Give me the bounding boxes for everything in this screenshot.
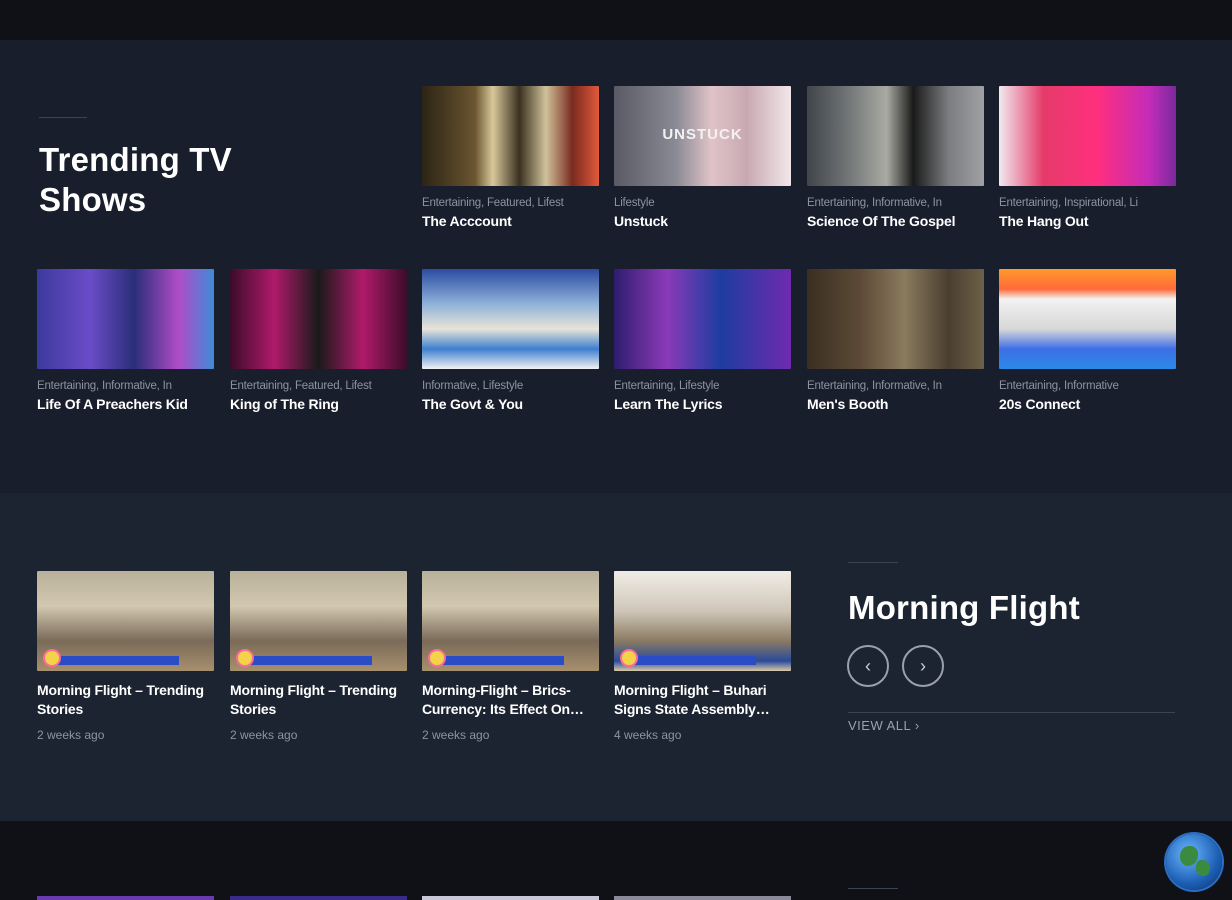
- show-title[interactable]: Learn The Lyrics: [614, 396, 791, 412]
- show-card[interactable]: Entertaining, Featured, Lifest The Acccou…: [422, 86, 599, 229]
- show-categories: Entertaining, Informative, In: [37, 380, 172, 392]
- video-thumbnail[interactable]: [422, 571, 599, 671]
- next-section-thumbnail[interactable]: [37, 896, 214, 900]
- show-categories: Entertaining, Featured, Lifest: [422, 197, 564, 209]
- show-thumbnail[interactable]: [422, 269, 599, 369]
- channel-logo-icon: [236, 649, 254, 667]
- carousel-prev-button[interactable]: ‹: [847, 645, 889, 687]
- divider: [848, 712, 1175, 713]
- trending-heading: Trending TV Shows: [39, 141, 232, 218]
- show-title[interactable]: 20s Connect: [999, 396, 1176, 412]
- video-card[interactable]: Morning Flight – Trending Stories 2 weeks…: [230, 571, 407, 742]
- show-title[interactable]: The Govt & You: [422, 396, 599, 412]
- channel-logo-icon: [428, 649, 446, 667]
- video-title[interactable]: Morning Flight – Trending Stories: [230, 681, 407, 719]
- show-card[interactable]: Entertaining, Informative 20s Connect: [999, 269, 1176, 412]
- video-title[interactable]: Morning Flight – Trending Stories: [37, 681, 214, 719]
- show-categories: Entertaining, Inspirational, Li: [999, 197, 1138, 209]
- show-thumbnail[interactable]: [807, 269, 984, 369]
- show-categories: Informative, Lifestyle: [422, 380, 524, 392]
- show-thumbnail[interactable]: UNSTUCK: [614, 86, 791, 186]
- show-card[interactable]: UNSTUCK Lifestyle Unstuck: [614, 86, 791, 229]
- globe-icon[interactable]: [1166, 834, 1222, 890]
- show-card[interactable]: Entertaining, Informative, In Life Of A P…: [37, 269, 214, 412]
- next-section: [0, 821, 1232, 900]
- show-card[interactable]: Entertaining, Featured, Lifest King of Th…: [230, 269, 407, 412]
- show-thumbnail[interactable]: [230, 269, 407, 369]
- show-categories: Entertaining, Lifestyle: [614, 380, 720, 392]
- video-age: 4 weeks ago: [614, 728, 682, 742]
- top-bar: [0, 0, 1232, 40]
- video-age: 2 weeks ago: [37, 728, 105, 742]
- section-rule: [39, 117, 87, 118]
- show-card[interactable]: Entertaining, Inspirational, Li The Hang …: [999, 86, 1176, 229]
- next-section-thumbnail[interactable]: [422, 896, 599, 900]
- video-card[interactable]: Morning Flight – Buhari Signs State Asse…: [614, 571, 791, 742]
- show-categories: Entertaining, Featured, Lifest: [230, 380, 372, 392]
- next-section-thumbnail[interactable]: [230, 896, 407, 900]
- show-thumbnail[interactable]: [999, 269, 1176, 369]
- show-title[interactable]: Men's Booth: [807, 396, 984, 412]
- video-card[interactable]: Morning Flight – Trending Stories 2 weeks…: [37, 571, 214, 742]
- section-rule: [848, 562, 898, 563]
- show-title[interactable]: King of The Ring: [230, 396, 407, 412]
- morning-flight-heading: Morning Flight: [848, 589, 1080, 626]
- thumbnail-overlay-text: UNSTUCK: [662, 126, 743, 143]
- next-section-thumbnail[interactable]: [614, 896, 791, 900]
- video-age: 2 weeks ago: [230, 728, 298, 742]
- show-thumbnail[interactable]: [999, 86, 1176, 186]
- section-rule: [848, 888, 898, 889]
- show-title[interactable]: Unstuck: [614, 213, 791, 229]
- show-thumbnail[interactable]: [614, 269, 791, 369]
- video-thumbnail[interactable]: [614, 571, 791, 671]
- show-title[interactable]: The Hang Out: [999, 213, 1176, 229]
- show-thumbnail[interactable]: [422, 86, 599, 186]
- show-card[interactable]: Informative, Lifestyle The Govt & You: [422, 269, 599, 412]
- chevron-right-icon: ›: [920, 655, 926, 676]
- show-categories: Entertaining, Informative, In: [807, 197, 942, 209]
- chevron-left-icon: ‹: [865, 655, 871, 676]
- video-card[interactable]: Morning-Flight – Brics-Currency: Its Eff…: [422, 571, 599, 742]
- lower-third-banner: [434, 656, 564, 665]
- view-all-link[interactable]: VIEW ALL ›: [848, 718, 920, 733]
- show-thumbnail[interactable]: [37, 269, 214, 369]
- video-title[interactable]: Morning Flight – Buhari Signs State Asse…: [614, 681, 791, 719]
- show-card[interactable]: Entertaining, Lifestyle Learn The Lyrics: [614, 269, 791, 412]
- lower-third-banner: [626, 656, 756, 665]
- lower-third-banner: [242, 656, 372, 665]
- video-age: 2 weeks ago: [422, 728, 490, 742]
- show-thumbnail[interactable]: [807, 86, 984, 186]
- show-card[interactable]: Entertaining, Informative, In Men's Booth: [807, 269, 984, 412]
- show-categories: Entertaining, Informative, In: [807, 380, 942, 392]
- show-title[interactable]: Science Of The Gospel: [807, 213, 984, 229]
- show-categories: Entertaining, Informative: [999, 380, 1119, 392]
- video-thumbnail[interactable]: [230, 571, 407, 671]
- video-thumbnail[interactable]: [37, 571, 214, 671]
- show-card[interactable]: Entertaining, Informative, In Science Of …: [807, 86, 984, 229]
- show-categories: Lifestyle: [614, 197, 655, 209]
- channel-logo-icon: [620, 649, 638, 667]
- show-title[interactable]: The Acccount: [422, 213, 599, 229]
- show-title[interactable]: Life Of A Preachers Kid: [37, 396, 214, 412]
- channel-logo-icon: [43, 649, 61, 667]
- carousel-next-button[interactable]: ›: [902, 645, 944, 687]
- video-title[interactable]: Morning-Flight – Brics-Currency: Its Eff…: [422, 681, 599, 719]
- lower-third-banner: [49, 656, 179, 665]
